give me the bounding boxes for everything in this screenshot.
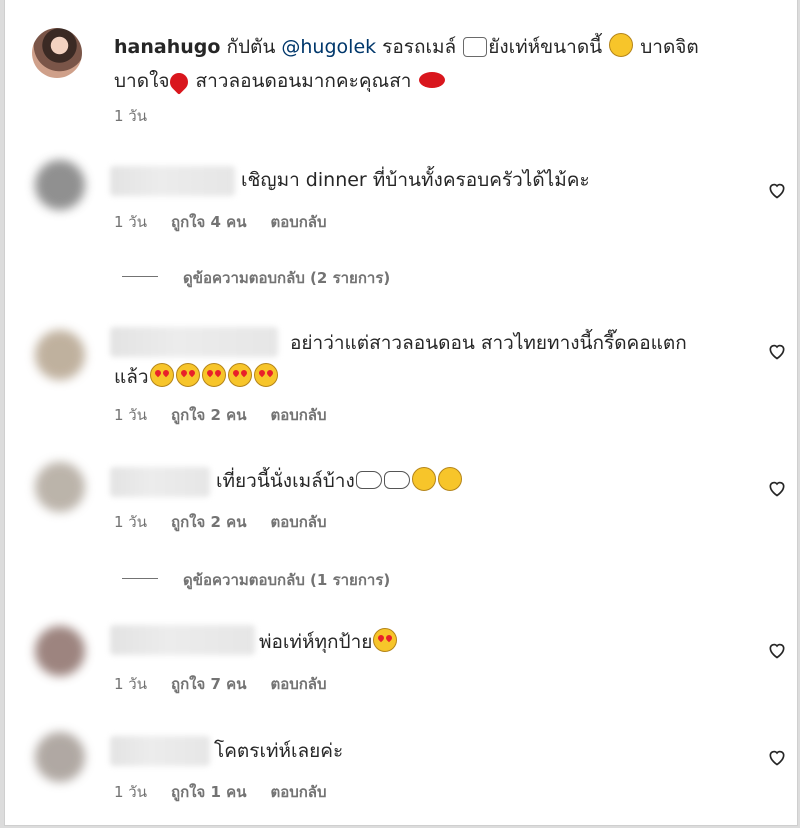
comment-text: อย่าว่าแต่สาวลอนดอน สาวไทยทางนี้กรี๊ดคอแ… bbox=[114, 332, 687, 388]
likes-count[interactable]: ถูกใจ 1 คน bbox=[171, 780, 246, 804]
reply-button[interactable]: ตอบกลับ bbox=[270, 210, 326, 234]
reply-button[interactable]: ตอบกลับ bbox=[270, 780, 326, 804]
blurred-username[interactable] bbox=[110, 625, 255, 655]
likes-count[interactable]: ถูกใจ 2 คน bbox=[171, 403, 246, 427]
comment-meta: 1 วัน ถูกใจ 2 คน ตอบกลับ bbox=[114, 403, 327, 427]
heart-eyes-emoji-icon bbox=[373, 628, 398, 652]
likes-count[interactable]: ถูกใจ 7 คน bbox=[171, 672, 246, 696]
rofl-emoji-icon bbox=[411, 467, 436, 491]
comment-text: เชิญมา dinner ที่บ้านทั้งครอบครัวได้ไม้ค… bbox=[241, 169, 590, 191]
heart-eyes-emoji-icon bbox=[227, 363, 252, 387]
heart-outline-icon[interactable] bbox=[767, 640, 787, 660]
blurred-username[interactable] bbox=[110, 166, 235, 196]
caption-meta: 1 วัน bbox=[114, 104, 147, 128]
comments-panel: hanahugo กัปตัน @hugolek รอรถเมล์ ยังเท่… bbox=[4, 0, 798, 826]
comment-meta: 1 วัน ถูกใจ 4 คน ตอบกลับ bbox=[114, 210, 327, 234]
view-replies-button[interactable]: ดูข้อความตอบกลับ (2 รายการ) bbox=[183, 266, 390, 290]
kiss-lips-emoji-icon bbox=[418, 72, 445, 88]
comment-meta: 1 วัน ถูกใจ 2 คน ตอบกลับ bbox=[114, 510, 327, 534]
view-replies-button[interactable]: ดูข้อความตอบกลับ (1 รายการ) bbox=[183, 568, 390, 592]
likes-count[interactable]: ถูกใจ 4 คน bbox=[171, 210, 246, 234]
avatar[interactable] bbox=[35, 160, 85, 210]
heart-outline-icon[interactable] bbox=[767, 478, 787, 498]
heart-outline-icon[interactable] bbox=[767, 747, 787, 767]
avatar[interactable] bbox=[35, 330, 85, 380]
comment-text: โคตรเท่ห์เลยค่ะ bbox=[214, 740, 344, 762]
divider bbox=[122, 578, 158, 579]
heart-eyes-emoji-icon bbox=[201, 363, 226, 387]
laughing-emoji-icon bbox=[609, 33, 634, 57]
blurred-username[interactable] bbox=[110, 736, 210, 766]
post-caption: hanahugo กัปตัน @hugolek รอรถเมล์ ยังเท่… bbox=[114, 30, 784, 98]
pointing-hand-emoji-icon bbox=[383, 471, 410, 489]
caption-time: 1 วัน bbox=[114, 107, 147, 125]
rofl-emoji-icon bbox=[437, 467, 462, 491]
divider bbox=[122, 276, 158, 277]
author-username[interactable]: hanahugo bbox=[114, 36, 220, 58]
reply-button[interactable]: ตอบกลับ bbox=[270, 672, 326, 696]
comment-meta: 1 วัน ถูกใจ 7 คน ตอบกลับ bbox=[114, 672, 327, 696]
author-avatar[interactable] bbox=[32, 28, 82, 78]
heart-eyes-emoji-icon bbox=[253, 363, 278, 387]
pointing-hand-emoji-icon bbox=[355, 471, 382, 489]
mention-link[interactable]: @hugolek bbox=[281, 36, 376, 58]
comment-meta: 1 วัน ถูกใจ 1 คน ตอบกลับ bbox=[114, 780, 327, 804]
blurred-username[interactable] bbox=[110, 467, 210, 497]
likes-count[interactable]: ถูกใจ 2 คน bbox=[171, 510, 246, 534]
heart-outline-icon[interactable] bbox=[767, 341, 787, 361]
avatar[interactable] bbox=[35, 626, 85, 676]
heart-outline-icon[interactable] bbox=[767, 180, 787, 200]
reply-button[interactable]: ตอบกลับ bbox=[270, 403, 326, 427]
avatar[interactable] bbox=[35, 462, 85, 512]
reply-button[interactable]: ตอบกลับ bbox=[270, 510, 326, 534]
bus-emoji-icon bbox=[463, 37, 488, 57]
comment-text: เที่ยวนี้นั่งเมล์บ้าง bbox=[216, 464, 463, 498]
heart-eyes-emoji-icon bbox=[149, 363, 174, 387]
comment-text: พ่อเท่ห์ทุกป้าย bbox=[259, 625, 398, 659]
avatar[interactable] bbox=[35, 732, 85, 782]
heart-eyes-emoji-icon bbox=[175, 363, 200, 387]
